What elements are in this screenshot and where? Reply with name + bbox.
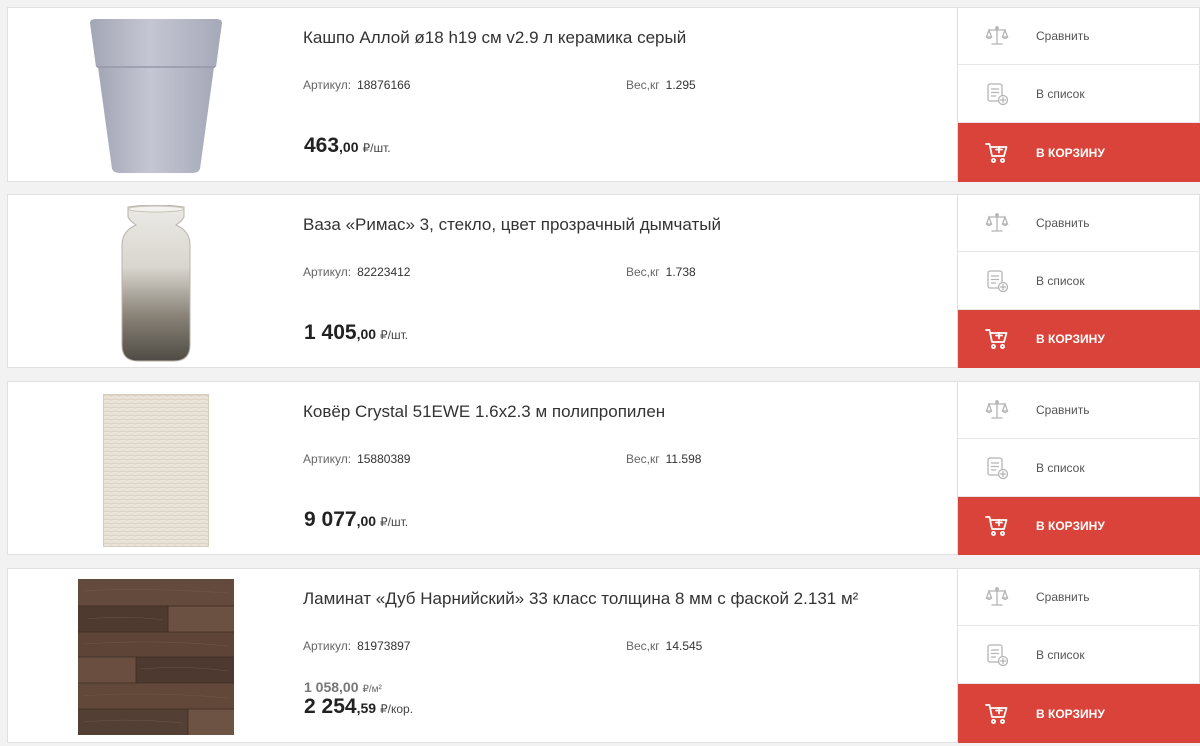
product-title[interactable]: Ламинат «Дуб Нарнийский» 33 класс толщин…: [303, 589, 858, 609]
product-image[interactable]: [8, 8, 303, 181]
laminate-image: [78, 579, 234, 735]
add-to-cart-label: В КОРЗИНУ: [1036, 145, 1105, 160]
list-add-icon: [958, 269, 1036, 293]
product-card: Кашпо Аллой ø18 h19 см v2.9 л керамика с…: [7, 7, 1200, 182]
article-label: Артикул:: [303, 452, 352, 466]
price-integer: 1 405: [304, 321, 357, 344]
add-to-cart-button[interactable]: В КОРЗИНУ: [958, 310, 1200, 368]
price-unit: ₽/шт.: [362, 141, 391, 155]
product-card: Ковёр Crystal 51EWE 1.6x2.3 м полипропил…: [7, 381, 1200, 555]
product-price: 9 077,00 ₽/шт.: [304, 508, 408, 532]
article-value: 81973897: [357, 639, 411, 653]
price-unit: ₽/шт.: [380, 515, 409, 529]
weight-value: 1.295: [665, 78, 696, 92]
add-to-cart-label: В КОРЗИНУ: [1036, 332, 1105, 346]
product-price: 2 254,59 ₽/кор.: [304, 695, 413, 719]
compare-button[interactable]: Сравнить: [958, 194, 1200, 252]
price-integer: 463: [304, 134, 340, 157]
weight-attribute: Вес,кг 11.598: [626, 452, 701, 466]
add-to-cart-label: В КОРЗИНУ: [1036, 519, 1105, 533]
product-title[interactable]: Кашпо Аллой ø18 h19 см v2.9 л керамика с…: [303, 28, 686, 48]
cart-icon: [958, 702, 1036, 726]
compare-button[interactable]: Сравнить: [958, 7, 1200, 65]
article-value: 18876166: [357, 78, 411, 92]
add-to-cart-label: В КОРЗИНУ: [1036, 706, 1105, 721]
product-actions: Сравнить В список В КОРЗИНУ: [957, 194, 1200, 368]
add-to-cart-button[interactable]: В КОРЗИНУ: [958, 123, 1200, 182]
article-attribute: Артикул: 81973897: [303, 639, 410, 653]
product-title[interactable]: Ваза «Римас» 3, стекло, цвет прозрачный …: [303, 215, 721, 235]
product-image[interactable]: [8, 569, 303, 742]
weight-value: 11.598: [665, 452, 702, 466]
weight-value: 1.738: [665, 265, 696, 279]
weight-attribute: Вес,кг 1.738: [626, 265, 696, 279]
article-attribute: Артикул: 82223412: [303, 265, 410, 279]
add-to-list-label: В список: [1036, 647, 1085, 662]
planter-image: [90, 19, 222, 173]
price-unit: ₽/кор.: [380, 702, 414, 716]
price-integer: 9 077: [304, 508, 357, 531]
product-actions: Сравнить В список В КОРЗИНУ: [957, 568, 1200, 743]
add-to-list-label: В список: [1036, 273, 1085, 288]
product-card: Ваза «Римас» 3, стекло, цвет прозрачный …: [7, 194, 1200, 368]
rug-image: [103, 394, 209, 547]
weight-attribute: Вес,кг 14.545: [626, 639, 702, 653]
add-to-cart-button[interactable]: В КОРЗИНУ: [958, 684, 1200, 743]
weight-attribute: Вес,кг 1.295: [626, 78, 696, 92]
price-per-unit-value: 1 058,00: [304, 679, 359, 695]
scales-icon: [958, 585, 1036, 609]
add-to-list-button[interactable]: В список: [958, 439, 1200, 497]
compare-label: Сравнить: [1036, 589, 1090, 604]
article-value: 15880389: [357, 452, 411, 466]
price-decimal: ,00: [339, 139, 359, 155]
price-per-unit-unit: ₽/м²: [362, 684, 382, 695]
product-price: 463,00 ₽/шт.: [304, 134, 391, 158]
compare-label: Сравнить: [1036, 215, 1090, 230]
price-decimal: ,00: [356, 513, 377, 529]
list-add-icon: [958, 456, 1036, 480]
article-label: Артикул:: [303, 265, 352, 279]
article-attribute: Артикул: 18876166: [303, 78, 410, 92]
scales-icon: [958, 398, 1036, 422]
product-card: Ламинат «Дуб Нарнийский» 33 класс толщин…: [7, 568, 1200, 743]
price-integer: 2 254: [304, 695, 357, 718]
cart-icon: [958, 141, 1036, 165]
add-to-list-button[interactable]: В список: [958, 65, 1200, 123]
cart-icon: [958, 327, 1036, 351]
vase-image: [121, 205, 191, 362]
price-unit: ₽/шт.: [380, 328, 409, 342]
price-decimal: ,59: [356, 700, 377, 716]
add-to-cart-button[interactable]: В КОРЗИНУ: [958, 497, 1200, 555]
scales-icon: [958, 24, 1036, 48]
list-add-icon: [958, 82, 1036, 106]
weight-label: Вес,кг: [626, 265, 660, 279]
article-value: 82223412: [357, 265, 411, 279]
weight-value: 14.545: [665, 639, 703, 653]
add-to-list-label: В список: [1036, 86, 1085, 101]
price-decimal: ,00: [356, 326, 377, 342]
compare-button[interactable]: Сравнить: [958, 568, 1200, 626]
article-label: Артикул:: [303, 639, 352, 653]
product-actions: Сравнить В список В КОРЗИНУ: [957, 381, 1200, 555]
weight-label: Вес,кг: [626, 452, 660, 466]
product-image[interactable]: [8, 382, 303, 554]
weight-label: Вес,кг: [626, 78, 660, 92]
compare-label: Сравнить: [1036, 402, 1090, 417]
product-price: 1 405,00 ₽/шт.: [304, 321, 408, 345]
scales-icon: [958, 211, 1036, 235]
add-to-list-button[interactable]: В список: [958, 626, 1200, 684]
article-label: Артикул:: [303, 78, 352, 92]
compare-button[interactable]: Сравнить: [958, 381, 1200, 439]
weight-label: Вес,кг: [626, 639, 660, 653]
add-to-list-label: В список: [1036, 460, 1085, 475]
product-title[interactable]: Ковёр Crystal 51EWE 1.6x2.3 м полипропил…: [303, 402, 665, 422]
product-image[interactable]: [8, 195, 303, 367]
cart-icon: [958, 514, 1036, 538]
list-add-icon: [958, 643, 1036, 667]
compare-label: Сравнить: [1036, 28, 1090, 43]
product-actions: Сравнить В список В КОРЗИНУ: [957, 7, 1200, 182]
add-to-list-button[interactable]: В список: [958, 252, 1200, 310]
article-attribute: Артикул: 15880389: [303, 452, 410, 466]
